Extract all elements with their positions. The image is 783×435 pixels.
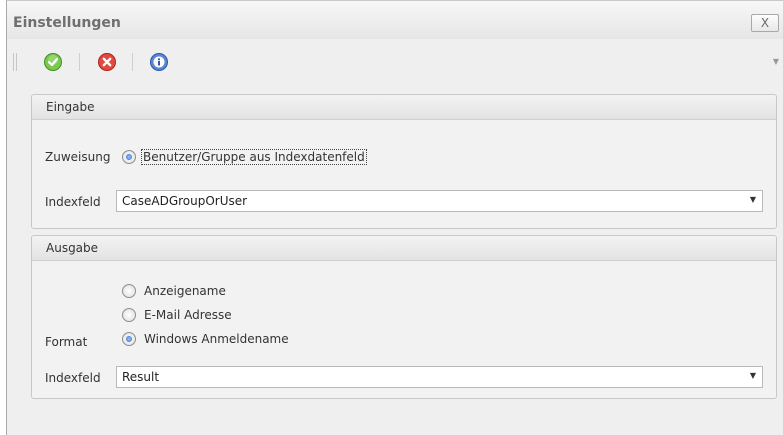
ok-button[interactable] bbox=[44, 53, 62, 71]
settings-window: Einstellungen X ▼ Eingabe Zuweisung Benu… bbox=[6, 0, 783, 435]
assignment-radio[interactable] bbox=[122, 150, 136, 164]
toolbar-overflow-icon[interactable]: ▼ bbox=[773, 57, 779, 66]
assignment-option-label[interactable]: Benutzer/Gruppe aus Indexdatenfeld bbox=[141, 149, 367, 165]
input-group: Eingabe Zuweisung Benutzer/Gruppe aus In… bbox=[31, 94, 777, 229]
toolbar: ▼ bbox=[7, 45, 783, 79]
assignment-label: Zuweisung bbox=[45, 150, 111, 164]
toolbar-separator bbox=[79, 53, 80, 71]
format-radio-display-name[interactable] bbox=[122, 284, 136, 298]
close-button[interactable]: X bbox=[751, 14, 779, 32]
output-indexfield-label: Indexfeld bbox=[45, 371, 101, 385]
assignment-option-text: Benutzer/Gruppe aus Indexdatenfeld bbox=[141, 149, 367, 165]
indexfield-label: Indexfeld bbox=[45, 195, 101, 209]
output-indexfield-combobox[interactable]: Result ▼ bbox=[116, 366, 763, 388]
check-circle-icon bbox=[44, 53, 62, 71]
window-title: Einstellungen bbox=[13, 15, 121, 31]
info-circle-icon bbox=[150, 53, 168, 71]
format-option-windows-login[interactable]: Windows Anmeldename bbox=[144, 332, 289, 346]
format-option-display-name[interactable]: Anzeigename bbox=[144, 284, 226, 298]
info-button[interactable] bbox=[150, 53, 168, 71]
output-group-header: Ausgabe bbox=[32, 236, 776, 261]
format-radio-windows-login[interactable] bbox=[122, 332, 136, 346]
cancel-circle-icon bbox=[98, 53, 116, 71]
toolbar-separator bbox=[132, 53, 133, 71]
chevron-down-icon[interactable]: ▼ bbox=[750, 195, 756, 204]
cancel-button[interactable] bbox=[98, 53, 116, 71]
title-bar: Einstellungen X bbox=[7, 1, 783, 39]
toolbar-grip[interactable] bbox=[13, 53, 17, 71]
format-label: Format bbox=[45, 335, 88, 349]
output-group: Ausgabe Format Anzeigename E-Mail Adress… bbox=[31, 235, 777, 399]
format-option-email[interactable]: E-Mail Adresse bbox=[144, 308, 232, 322]
chevron-down-icon[interactable]: ▼ bbox=[750, 371, 756, 380]
input-group-header: Eingabe bbox=[32, 95, 776, 120]
indexfield-value: CaseADGroupOrUser bbox=[122, 194, 248, 208]
indexfield-combobox[interactable]: CaseADGroupOrUser ▼ bbox=[116, 190, 763, 212]
format-radio-email[interactable] bbox=[122, 308, 136, 322]
output-indexfield-value: Result bbox=[122, 370, 160, 384]
